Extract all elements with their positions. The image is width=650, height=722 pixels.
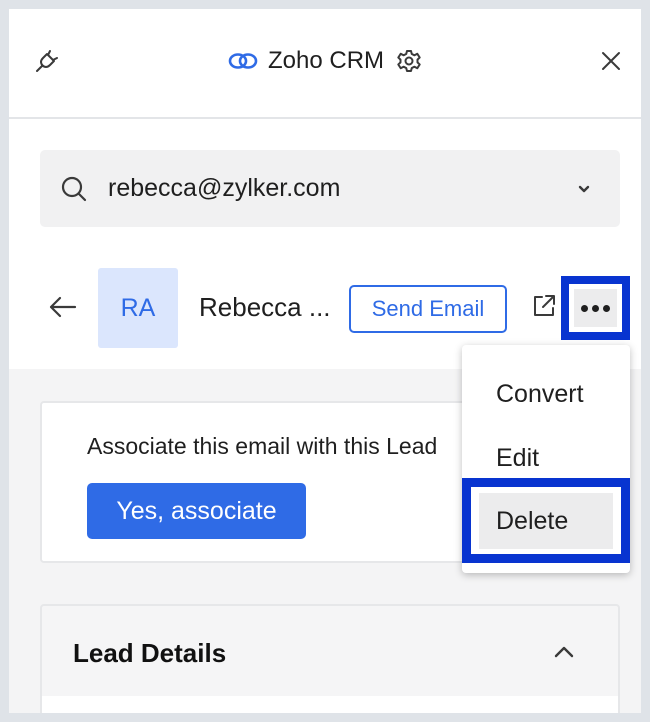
menu-item-delete-highlight: Delete [462,478,630,563]
header: Zoho CRM [9,9,641,119]
send-email-button[interactable]: Send Email [349,285,507,333]
external-link-icon[interactable] [530,292,558,320]
search-icon [60,175,88,203]
more-options-menu: Convert Edit Delete [462,345,630,573]
more-dot [592,304,599,312]
gear-icon[interactable] [396,48,422,74]
app-title: Zoho CRM [267,47,385,74]
chevron-down-icon[interactable] [574,179,594,199]
chevron-up-icon[interactable] [552,642,576,662]
more-dot [581,304,588,312]
back-arrow-icon[interactable] [47,294,79,320]
menu-item-convert[interactable]: Convert [462,363,630,425]
yes-associate-button[interactable]: Yes, associate [87,483,306,539]
lead-details-title: Lead Details [73,638,227,668]
more-icon [574,289,617,327]
lead-details-section: Lead Details [40,604,620,713]
avatar: RA [98,268,178,348]
search-value: rebecca@zylker.com [108,174,341,202]
search-input[interactable]: rebecca@zylker.com [40,150,620,227]
associate-text: Associate this email with this Lead [87,433,438,459]
zoho-logo-icon [228,50,258,72]
crm-panel: Zoho CRM rebecca@zylker.com RA Rebecca .… [9,9,641,713]
close-icon[interactable] [599,49,623,73]
more-dot [603,304,610,312]
menu-item-delete[interactable]: Delete [479,493,613,549]
header-title-group: Zoho CRM [9,41,641,81]
lead-details-body [42,696,618,713]
more-options-button[interactable] [561,276,630,340]
avatar-initials: RA [120,293,156,322]
contact-name[interactable]: Rebecca ... [199,292,331,323]
